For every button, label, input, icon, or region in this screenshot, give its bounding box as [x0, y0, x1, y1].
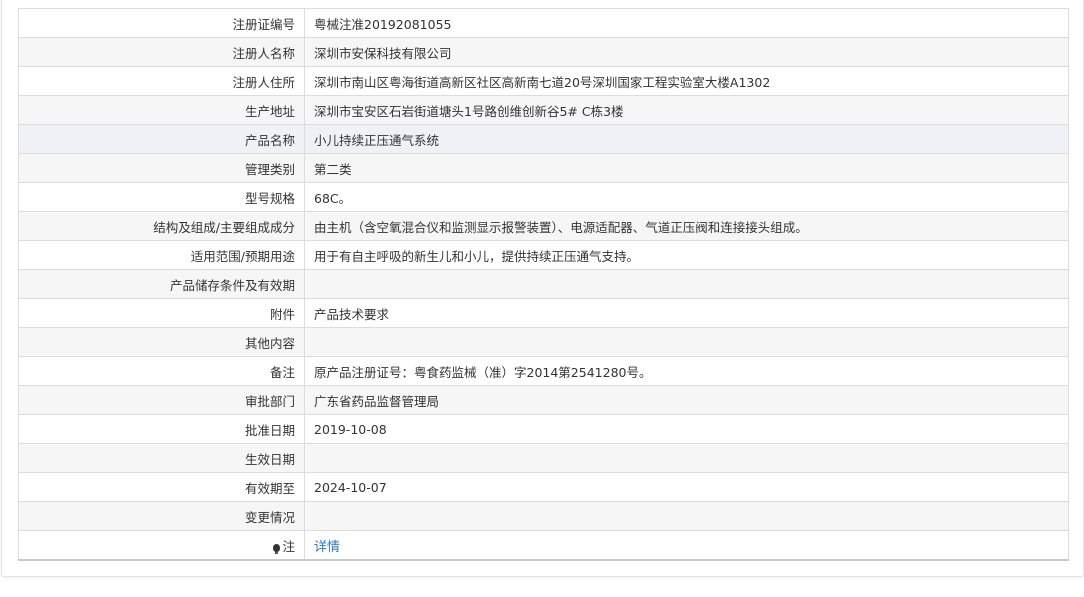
row-value: 2024-10-07 [304, 472, 1069, 502]
table-row: 型号规格 68C。 [18, 182, 1069, 212]
note-label: 注 [282, 538, 295, 554]
table-row: 管理类别 第二类 [18, 153, 1069, 183]
note-row: 注 详情 [18, 530, 1069, 561]
row-label: 结构及组成/主要组成成分 [18, 211, 305, 241]
row-label: 产品名称 [18, 124, 305, 154]
registration-detail-table: 注册证编号 粤械注准20192081055 注册人名称 深圳市安保科技有限公司 … [18, 8, 1069, 561]
row-value: 深圳市南山区粤海街道高新区社区高新南七道20号深圳国家工程实验室大楼A1302 [304, 66, 1069, 96]
row-label: 适用范围/预期用途 [18, 240, 305, 270]
lightbulb-icon [273, 543, 281, 554]
row-value: 深圳市宝安区石岩街道塘头1号路创维创新谷5# C栋3楼 [304, 95, 1069, 125]
row-label: 附件 [18, 298, 305, 328]
details-link[interactable]: 详情 [314, 540, 340, 555]
row-value: 2019-10-08 [304, 414, 1069, 444]
row-label: 注册证编号 [18, 8, 305, 38]
row-value [304, 327, 1069, 357]
table-row: 附件 产品技术要求 [18, 298, 1069, 328]
row-label: 注册人住所 [18, 66, 305, 96]
table-row: 生效日期 [18, 443, 1069, 473]
row-value [304, 443, 1069, 473]
table-row: 注册人名称 深圳市安保科技有限公司 [18, 37, 1069, 67]
row-value: 小儿持续正压通气系统 [304, 124, 1069, 154]
row-label: 有效期至 [18, 472, 305, 502]
table-row: 注册人住所 深圳市南山区粤海街道高新区社区高新南七道20号深圳国家工程实验室大楼… [18, 66, 1069, 96]
row-label: 备注 [18, 356, 305, 386]
note-label-cell: 注 [18, 530, 305, 561]
row-label: 批准日期 [18, 414, 305, 444]
row-label: 生效日期 [18, 443, 305, 473]
row-value: 第二类 [304, 153, 1069, 183]
table-row: 生产地址 深圳市宝安区石岩街道塘头1号路创维创新谷5# C栋3楼 [18, 95, 1069, 125]
row-value: 用于有自主呼吸的新生儿和小儿，提供持续正压通气支持。 [304, 240, 1069, 270]
row-label: 管理类别 [18, 153, 305, 183]
row-value: 原产品注册证号：粤食药监械（准）字2014第2541280号。 [304, 356, 1069, 386]
detail-panel: 注册证编号 粤械注准20192081055 注册人名称 深圳市安保科技有限公司 … [1, 0, 1084, 577]
table-row: 产品名称 小儿持续正压通气系统 [18, 124, 1069, 154]
table-row: 适用范围/预期用途 用于有自主呼吸的新生儿和小儿，提供持续正压通气支持。 [18, 240, 1069, 270]
table-row: 产品储存条件及有效期 [18, 269, 1069, 299]
row-value: 深圳市安保科技有限公司 [304, 37, 1069, 67]
row-value [304, 269, 1069, 299]
table-row: 注册证编号 粤械注准20192081055 [18, 8, 1069, 38]
row-value [304, 501, 1069, 531]
row-value: 由主机（含空氧混合仪和监测显示报警装置）、电源适配器、气道正压阀和连接接头组成。 [304, 211, 1069, 241]
table-row: 结构及组成/主要组成成分 由主机（含空氧混合仪和监测显示报警装置）、电源适配器、… [18, 211, 1069, 241]
note-value-cell: 详情 [304, 530, 1069, 561]
row-value: 广东省药品监督管理局 [304, 385, 1069, 415]
table-row: 其他内容 [18, 327, 1069, 357]
table-row: 备注 原产品注册证号：粤食药监械（准）字2014第2541280号。 [18, 356, 1069, 386]
row-label: 产品储存条件及有效期 [18, 269, 305, 299]
row-label: 注册人名称 [18, 37, 305, 67]
table-row: 批准日期 2019-10-08 [18, 414, 1069, 444]
table-row: 变更情况 [18, 501, 1069, 531]
row-value: 68C。 [304, 182, 1069, 212]
row-value: 粤械注准20192081055 [304, 8, 1069, 38]
row-label: 型号规格 [18, 182, 305, 212]
table-row: 审批部门 广东省药品监督管理局 [18, 385, 1069, 415]
table-row: 有效期至 2024-10-07 [18, 472, 1069, 502]
row-value: 产品技术要求 [304, 298, 1069, 328]
row-label: 生产地址 [18, 95, 305, 125]
row-label: 其他内容 [18, 327, 305, 357]
row-label: 审批部门 [18, 385, 305, 415]
row-label: 变更情况 [18, 501, 305, 531]
